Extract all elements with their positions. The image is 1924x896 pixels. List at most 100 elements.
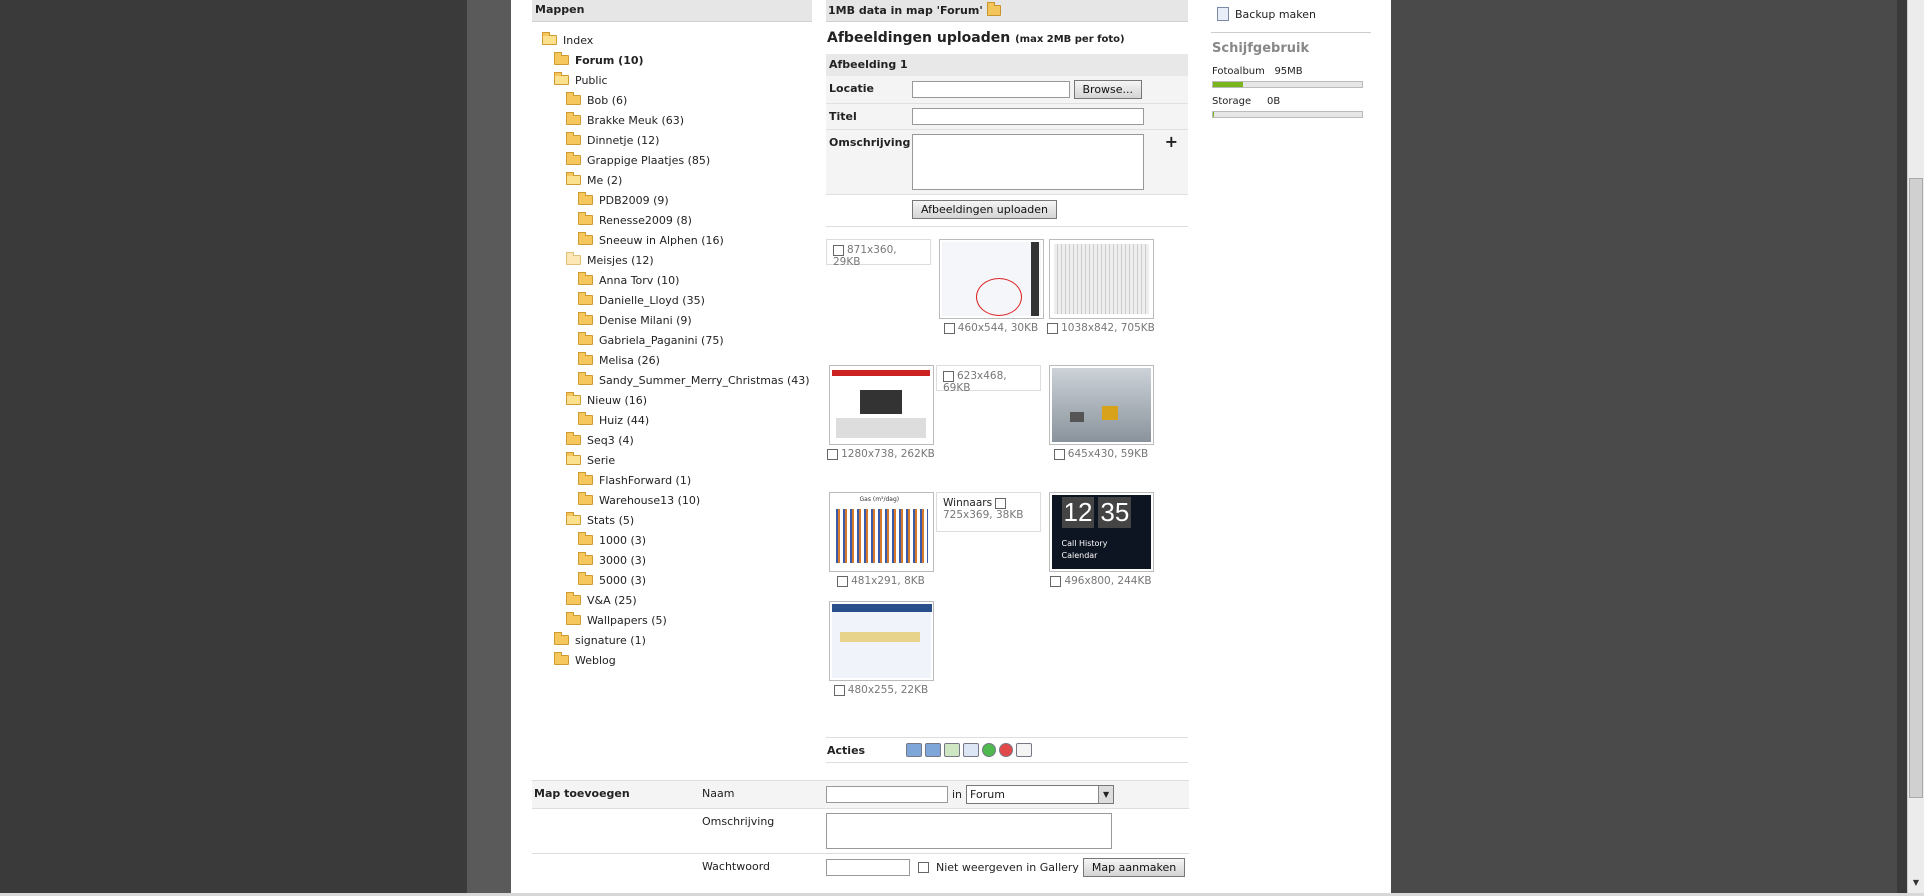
folder-item[interactable]: Dinnetje (12) (532, 130, 812, 150)
thumbnail-checkbox[interactable] (837, 575, 849, 587)
folder-label: 1000 (3) (599, 533, 647, 547)
backup-link[interactable]: Backup maken (1211, 4, 1371, 24)
folder-item[interactable]: Danielle_Lloyd (35) (532, 290, 812, 310)
folder-label: Huiz (44) (599, 413, 650, 427)
chevron-down-icon[interactable]: ▼ (1098, 786, 1114, 803)
thumbnail-image[interactable]: Gas (m³/dag) (828, 492, 934, 572)
thumbnail-checkbox[interactable] (827, 448, 839, 460)
locatie-row: Locatie Browse... (826, 76, 1188, 104)
folder-item[interactable]: Wallpapers (5) (532, 610, 812, 630)
properties-icon[interactable] (1016, 743, 1032, 757)
fotoalbum-value: 95MB (1274, 66, 1303, 77)
delete-icon[interactable] (999, 743, 1013, 757)
thumbnail-checkbox[interactable] (943, 370, 954, 382)
folder-item[interactable]: 1000 (3) (532, 530, 812, 550)
folder-item[interactable]: Melisa (26) (532, 350, 812, 370)
folder-icon[interactable] (986, 2, 1001, 16)
folder-label: Bob (6) (587, 93, 628, 107)
folder-item[interactable]: Warehouse13 (10) (532, 490, 812, 510)
folder-item[interactable]: Huiz (44) (532, 410, 812, 430)
folder-item[interactable]: Denise Milani (9) (532, 310, 812, 330)
naam-input[interactable] (826, 786, 948, 803)
folder-item[interactable]: signature (1) (532, 630, 812, 650)
folder-label: Dinnetje (12) (587, 133, 660, 147)
thumbnail-checkbox[interactable] (833, 244, 844, 256)
folder-item[interactable]: Meisjes (12) (532, 250, 812, 270)
omschrijving-folder-label: Omschrijving (702, 815, 775, 828)
thumbnail-image[interactable]: 623x468, 69KB (936, 365, 1041, 394)
folder-item[interactable]: Brakke Meuk (63) (532, 110, 812, 130)
folder-label: Weblog (575, 653, 616, 667)
thumbnail-label: 725x369, 38KB (943, 509, 1024, 521)
thumbnail-checkbox[interactable] (1050, 575, 1062, 587)
folder-label: Brakke Meuk (63) (587, 113, 685, 127)
folder-label: Seq3 (4) (587, 433, 634, 447)
thumbnail-checkbox[interactable] (943, 322, 955, 334)
thumbnail-image[interactable]: 12 35 Call History Calendar (1048, 492, 1154, 572)
password-input[interactable] (826, 859, 910, 876)
move-icon[interactable] (944, 743, 960, 757)
folder-item[interactable]: Stats (5) (532, 510, 812, 530)
folder-item[interactable]: Nieuw (16) (532, 390, 812, 410)
folder-item[interactable]: PDB2009 (9) (532, 190, 812, 210)
folder-item[interactable]: Anna Torv (10) (532, 270, 812, 290)
scroll-down-icon[interactable]: ▼ (1909, 876, 1923, 890)
folder-item[interactable]: FlashForward (1) (532, 470, 812, 490)
folder-item[interactable]: Renesse2009 (8) (532, 210, 812, 230)
rotate-left-icon[interactable] (906, 743, 922, 757)
folder-description-textarea[interactable] (826, 813, 1112, 849)
create-folder-button[interactable]: Map aanmaken (1082, 858, 1186, 877)
folder-item[interactable]: Serie (532, 450, 812, 470)
folder-item[interactable]: Weblog (532, 650, 812, 670)
thumbnail-image[interactable] (828, 601, 934, 681)
copy-icon[interactable] (963, 743, 979, 757)
add-image-plus-icon[interactable]: + (1165, 132, 1178, 151)
thumbnail-image[interactable]: Winnaars 725x369, 38KB (936, 492, 1041, 532)
folder-label: Public (575, 73, 608, 87)
folder-item[interactable]: V&A (25) (532, 590, 812, 610)
titel-input[interactable] (912, 108, 1144, 125)
browse-button[interactable]: Browse... (1073, 80, 1143, 99)
folder-item[interactable]: Bob (6) (532, 90, 812, 110)
thumbnail-image[interactable] (1048, 239, 1154, 319)
folder-item[interactable]: Public (532, 70, 812, 90)
hide-in-gallery-checkbox[interactable] (918, 862, 929, 873)
hide-in-gallery-label: Niet weergeven in Gallery (936, 861, 1079, 874)
add-icon[interactable] (982, 743, 996, 757)
folder-item[interactable]: Index (532, 30, 812, 50)
folder-item[interactable]: Sneeuw in Alphen (16) (532, 230, 812, 250)
upload-panel: 1MB data in map 'Forum' Afbeeldingen upl… (826, 0, 1188, 763)
thumbnail-image[interactable] (938, 239, 1044, 319)
folder-icon (578, 472, 593, 485)
thumbnail-checkbox[interactable] (1053, 448, 1065, 460)
folder-item[interactable]: Seq3 (4) (532, 430, 812, 450)
folder-item[interactable]: Me (2) (532, 170, 812, 190)
thumbnail-item: 1038x842, 705KB (1046, 239, 1156, 338)
folder-icon (578, 552, 593, 565)
thumbnail-checkbox[interactable] (1047, 322, 1059, 334)
folder-item[interactable]: 3000 (3) (532, 550, 812, 570)
upload-button[interactable]: Afbeeldingen uploaden (912, 200, 1058, 219)
folder-item[interactable]: Gabriela_Paganini (75) (532, 330, 812, 350)
folder-item[interactable]: Grappige Plaatjes (85) (532, 150, 812, 170)
folder-item[interactable]: 5000 (3) (532, 570, 812, 590)
folder-icon (554, 52, 569, 65)
scrollbar-thumb[interactable] (1909, 178, 1923, 798)
thumbnail-label: 481x291, 8KB (851, 575, 925, 587)
thumbnail-checkbox[interactable] (833, 684, 845, 696)
thumbnail-image[interactable] (1048, 365, 1154, 445)
thumbnail-image[interactable] (828, 365, 934, 445)
parent-folder-select[interactable]: Forum ▼ (966, 785, 1115, 804)
thumbnail-image[interactable]: 871x360, 29KB (826, 239, 931, 268)
folder-icon (578, 372, 593, 385)
sidebar-right: Backup maken Schijfgebruik Fotoalbum 95M… (1211, 0, 1371, 126)
omschrijving-textarea[interactable] (912, 134, 1144, 190)
folder-label: PDB2009 (9) (599, 193, 669, 207)
file-input[interactable] (912, 81, 1070, 98)
thumbnail-checkbox[interactable] (995, 497, 1007, 509)
vertical-scrollbar[interactable]: ▼ (1907, 0, 1924, 896)
folder-icon (578, 532, 593, 545)
folder-item[interactable]: Forum (10) (532, 50, 812, 70)
rotate-right-icon[interactable] (925, 743, 941, 757)
folder-item[interactable]: Sandy_Summer_Merry_Christmas (43) (532, 370, 812, 390)
